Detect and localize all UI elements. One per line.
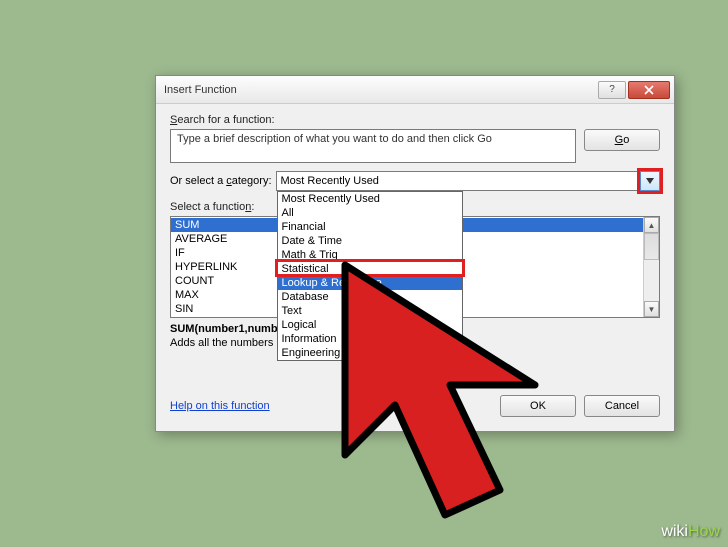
titlebar[interactable]: Insert Function ? (156, 76, 674, 104)
help-button[interactable]: ? (598, 81, 626, 99)
scroll-track[interactable] (644, 233, 659, 301)
dropdown-item[interactable]: Database (278, 290, 462, 304)
search-label: Search for a function: (170, 114, 660, 126)
dropdown-item[interactable]: Text (278, 304, 462, 318)
dropdown-item[interactable]: Statistical (278, 262, 462, 276)
scroll-up-button[interactable]: ▲ (644, 217, 659, 233)
dropdown-item[interactable]: Financial (278, 220, 462, 234)
category-value: Most Recently Used (281, 175, 379, 187)
combo-dropdown-button[interactable] (640, 171, 660, 191)
search-input[interactable]: Type a brief description of what you wan… (170, 129, 576, 163)
dropdown-item[interactable]: All (278, 206, 462, 220)
cancel-button[interactable]: Cancel (584, 395, 660, 417)
dropdown-item-highlighted[interactable]: Lookup & Reference (278, 276, 462, 290)
chevron-down-icon (646, 178, 654, 184)
dropdown-item[interactable]: Date & Time (278, 234, 462, 248)
dialog-title: Insert Function (164, 84, 596, 96)
dropdown-item[interactable]: Engineering (278, 346, 462, 360)
insert-function-dialog: Insert Function ? Search for a function:… (155, 75, 675, 432)
ok-button[interactable]: OK (500, 395, 576, 417)
help-link[interactable]: Help on this function (170, 400, 492, 412)
go-button[interactable]: Go (584, 129, 660, 151)
dropdown-item[interactable]: Math & Trig (278, 248, 462, 262)
dialog-content: Search for a function: Type a brief desc… (156, 104, 674, 431)
scroll-thumb[interactable] (644, 233, 659, 260)
dropdown-item[interactable]: Information (278, 332, 462, 346)
listbox-scrollbar[interactable]: ▲ ▼ (643, 217, 659, 317)
dropdown-item[interactable]: Most Recently Used (278, 192, 462, 206)
category-label: Or select a category: (170, 175, 272, 187)
close-button[interactable] (628, 81, 670, 99)
watermark: wikiHow (661, 523, 720, 541)
category-dropdown: Most Recently Used All Financial Date & … (277, 191, 463, 361)
scroll-down-button[interactable]: ▼ (644, 301, 659, 317)
close-icon (644, 85, 654, 95)
category-combobox[interactable]: Most Recently Used Most Recently Used Al… (276, 171, 661, 191)
dropdown-item[interactable]: Logical (278, 318, 462, 332)
